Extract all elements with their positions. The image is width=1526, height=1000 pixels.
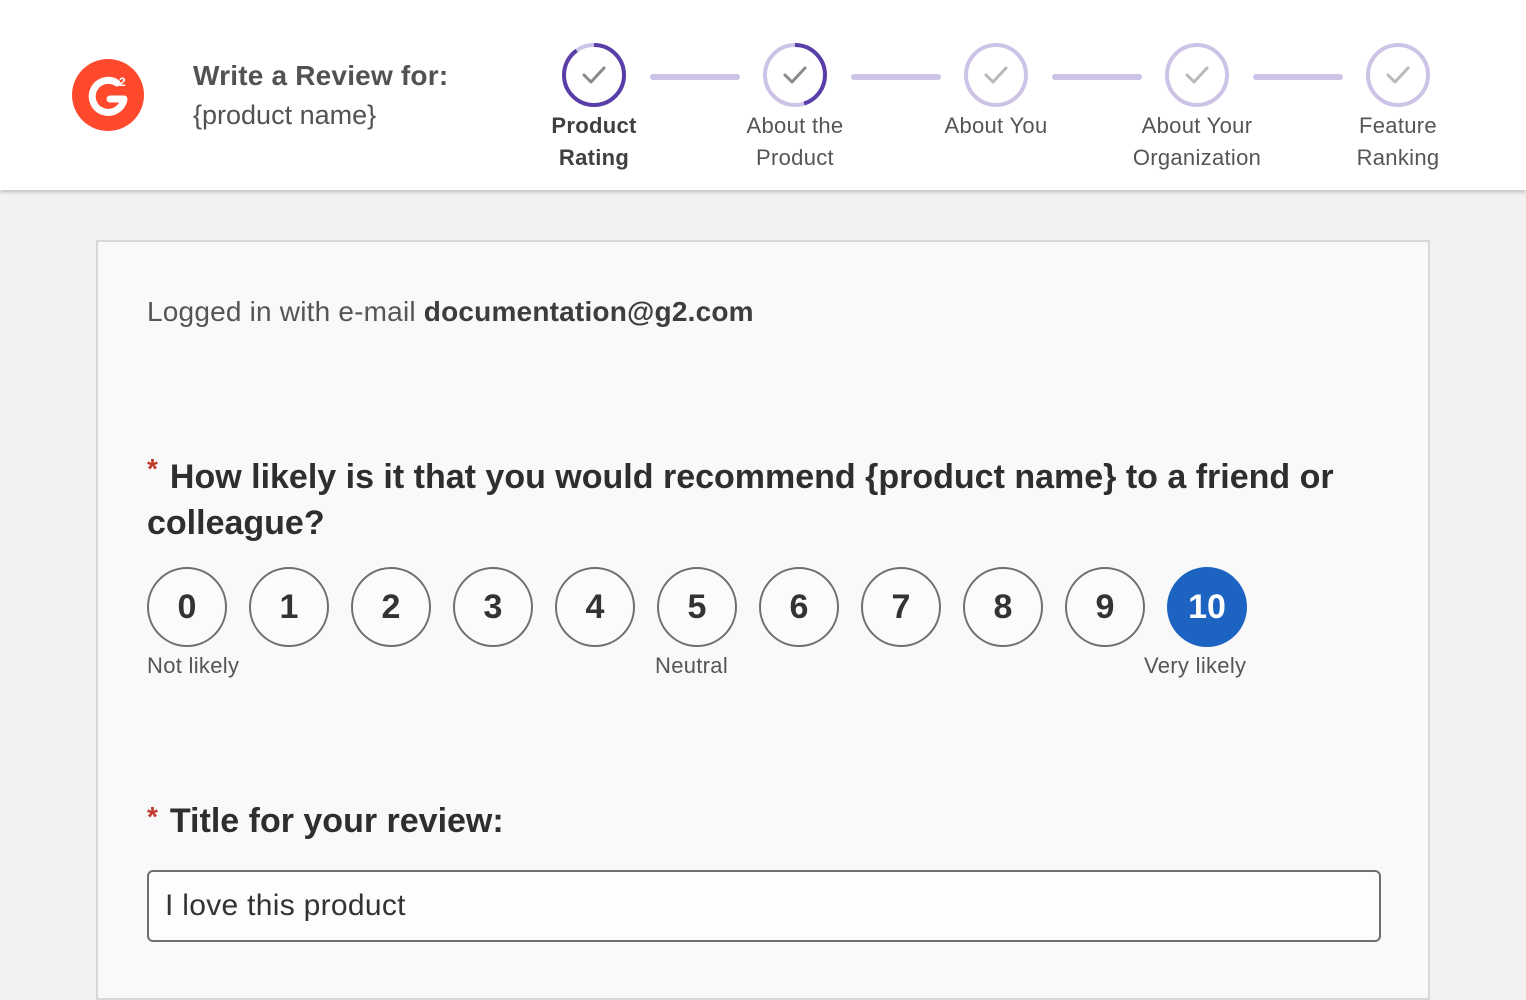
- svg-text:2: 2: [119, 75, 126, 89]
- g2-logo-icon: 2: [88, 75, 128, 116]
- review-header: 2 Write a Review for: {product name} Pro…: [0, 0, 1526, 190]
- nps-question: * How likely is it that you would recomme…: [147, 454, 1347, 546]
- step-progress-ring: [561, 42, 627, 108]
- step-about-the-product[interactable]: About the Product: [715, 42, 875, 174]
- logged-in-email: Logged in with e-mail documentation@g2.c…: [147, 296, 754, 327]
- step-feature-ranking[interactable]: Feature Ranking: [1318, 42, 1478, 174]
- step-about-you[interactable]: About You: [916, 42, 1076, 142]
- scale-label-high: Very likely: [1144, 653, 1247, 678]
- step-progress-ring: [1365, 42, 1431, 108]
- step-progress-ring: [963, 42, 1029, 108]
- step-label: About You: [944, 113, 1048, 138]
- nps-option[interactable]: 6: [759, 567, 839, 647]
- step-label: About Your Organization: [1132, 113, 1262, 170]
- required-asterisk: *: [147, 453, 158, 484]
- nps-option[interactable]: 2: [351, 567, 431, 647]
- review-title-label: Title for your review:: [169, 802, 504, 840]
- nps-option[interactable]: 8: [963, 567, 1043, 647]
- required-asterisk: *: [147, 801, 158, 832]
- nps-option[interactable]: 5: [657, 567, 737, 647]
- step-about-your-organization[interactable]: About Your Organization: [1117, 42, 1277, 174]
- review-title-input[interactable]: [147, 870, 1381, 942]
- product-name: {product name}: [193, 100, 377, 130]
- step-progress-ring: [1164, 42, 1230, 108]
- scale-label-low: Not likely: [147, 653, 240, 678]
- email-address: documentation@g2.com: [423, 296, 754, 327]
- step-product-rating[interactable]: Product Rating: [514, 42, 674, 174]
- nps-option[interactable]: 10: [1167, 567, 1247, 647]
- step-progress-ring: [762, 42, 828, 108]
- review-title-question: * Title for your review:: [147, 802, 504, 841]
- nps-option[interactable]: 7: [861, 567, 941, 647]
- nps-option[interactable]: 3: [453, 567, 533, 647]
- step-label: About the Product: [746, 113, 844, 170]
- step-label: Feature Ranking: [1356, 113, 1440, 170]
- page-title: Write a Review for:: [193, 60, 449, 91]
- g2-logo[interactable]: 2: [72, 59, 144, 131]
- step-label: Product Rating: [551, 113, 637, 170]
- nps-option[interactable]: 0: [147, 567, 227, 647]
- nps-option[interactable]: 4: [555, 567, 635, 647]
- nps-option[interactable]: 9: [1065, 567, 1145, 647]
- nps-question-text: How likely is it that you would recommen…: [147, 458, 1334, 542]
- nps-option[interactable]: 1: [249, 567, 329, 647]
- scale-label-mid: Neutral: [655, 653, 729, 678]
- review-form-card: Logged in with e-mail documentation@g2.c…: [96, 240, 1430, 1000]
- review-title-block: Write a Review for: {product name}: [193, 60, 448, 131]
